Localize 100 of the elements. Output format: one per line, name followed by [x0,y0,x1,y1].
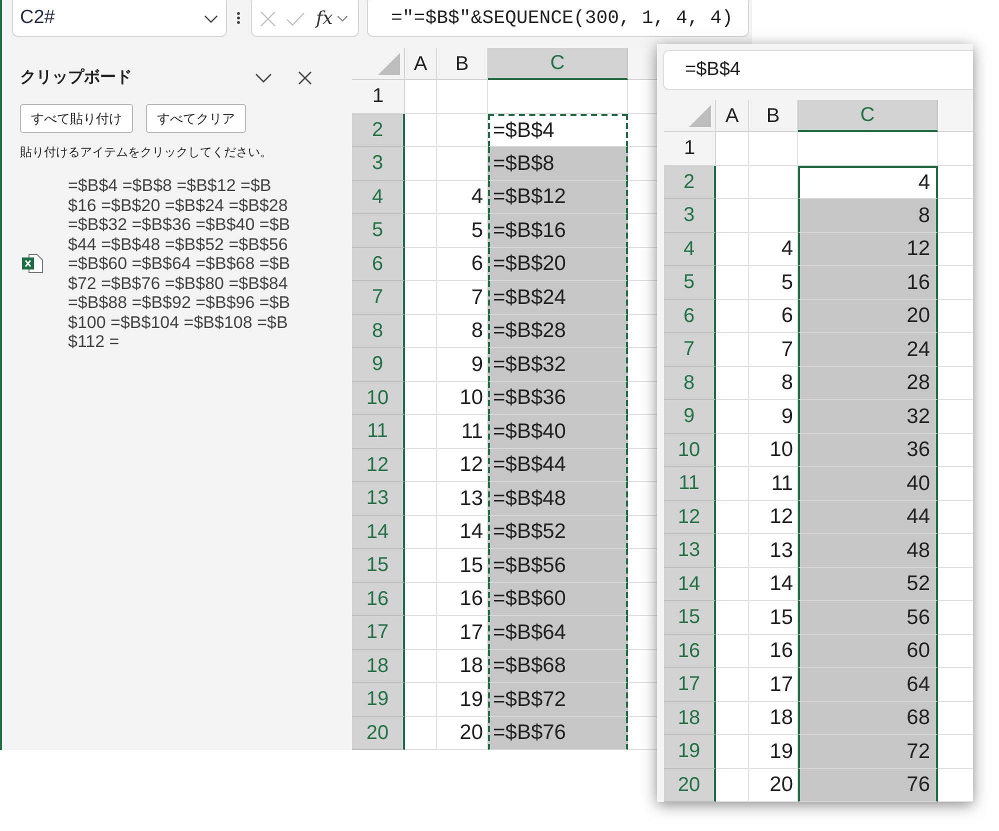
row-header[interactable]: 2 [664,166,716,199]
row-header[interactable]: 7 [664,333,716,366]
insert-function-button[interactable]: fx [316,10,333,28]
table-cell [437,80,488,114]
row-header[interactable]: 4 [664,232,716,266]
row-header[interactable]: 18 [352,650,405,683]
column-header[interactable]: B [749,100,798,132]
column-header[interactable]: C [798,100,938,132]
row-header[interactable]: 17 [352,616,405,650]
row-header[interactable]: 14 [664,568,716,601]
table-cell: 60 [798,634,938,668]
row-header[interactable]: 20 [352,716,405,750]
table-cell [405,180,437,214]
table-cell: 40 [798,467,938,500]
table-cell: 5 [749,266,798,300]
table-cell: 16 [749,634,798,668]
row-header[interactable]: 4 [352,180,405,214]
row-header[interactable]: 15 [352,549,405,582]
vertical-ellipsis-icon[interactable] [237,12,240,24]
table-cell: 12 [749,500,798,534]
row-header[interactable]: 6 [352,248,405,281]
table-cell [938,467,973,500]
row-header[interactable]: 12 [352,448,405,482]
row-header[interactable]: 14 [352,516,405,549]
row-header[interactable]: 13 [664,534,716,568]
formula-bar[interactable]: ="=$B$"&SEQUENCE(300, 1, 4, 4) [367,0,749,37]
table-cell [938,400,973,434]
row-header[interactable]: 13 [352,482,405,516]
chevron-down-icon[interactable] [336,15,348,22]
row-header[interactable]: 5 [664,266,716,300]
row-header[interactable]: 9 [664,400,716,434]
table-cell: 14 [437,516,488,549]
row-header[interactable]: 8 [664,366,716,400]
row-header[interactable]: 2 [352,114,405,147]
row-header[interactable]: 18 [664,702,716,735]
row-header[interactable]: 15 [664,601,716,634]
column-header[interactable]: B [437,48,488,80]
table-cell: 10 [437,382,488,415]
close-icon[interactable] [298,71,312,85]
row-header[interactable]: 20 [664,768,716,802]
column-header[interactable] [938,100,973,132]
row-header[interactable]: 1 [664,132,716,166]
table-cell: =$B$12 [488,180,628,214]
table-cell: =$B$56 [488,549,628,582]
name-box[interactable]: C2# [12,0,227,37]
row-header[interactable]: 11 [352,415,405,448]
table-cell: 24 [798,333,938,366]
table-cell: 76 [798,768,938,802]
table-cell: 8 [749,366,798,400]
row-header[interactable]: 6 [664,300,716,333]
row-header[interactable]: 5 [352,214,405,248]
table-cell: 19 [437,683,488,716]
row-header[interactable]: 7 [352,281,405,314]
chevron-down-icon[interactable] [204,14,218,22]
table-cell [938,568,973,601]
table-cell: 13 [749,534,798,568]
row-header[interactable]: 19 [664,735,716,768]
table-cell [405,482,437,516]
row-header[interactable]: 17 [664,668,716,702]
column-header[interactable]: C [488,48,628,80]
row-header[interactable]: 8 [352,314,405,348]
row-header[interactable]: 3 [352,147,405,180]
row-header[interactable]: 3 [664,199,716,232]
formula-bar[interactable]: =$B$4 [663,50,973,90]
table-cell [938,366,973,400]
table-cell: =$B$76 [488,716,628,750]
table-cell: 9 [437,348,488,382]
chevron-down-icon[interactable] [255,73,272,83]
table-cell: 68 [798,702,938,735]
paste-all-button[interactable]: すべて貼り付け [20,104,133,133]
table-cell: 56 [798,601,938,634]
clipboard-item[interactable]: =$B$4 =$B$8 =$B$12 =$B $16 =$B$20 =$B$24 =$B$28 =$B$32 =$B$36 =$B$40 =$B $44 =$B$48 =$B$52 =$B$56 =$B$60 =$B$64 =$B$68 =$B $72 =$B$76 =$B$80 =$B$84 =$B$88 =$B$92 =$B$96 =$B $100 =$B$104 =$B$108 =$B $112 = [68,176,290,352]
row-header[interactable]: 16 [352,582,405,616]
row-header[interactable]: 16 [664,634,716,668]
table-cell: 20 [437,716,488,750]
table-cell: =$B$32 [488,348,628,382]
table-cell [405,616,437,650]
table-cell [405,415,437,448]
row-header[interactable]: 10 [352,382,405,415]
table-cell: 7 [749,333,798,366]
table-cell: 4 [749,232,798,266]
table-cell: =$B$28 [488,314,628,348]
row-header[interactable]: 9 [352,348,405,382]
table-cell [716,534,749,568]
table-cell [716,132,749,166]
row-header[interactable]: 1 [352,80,405,114]
table-cell: 19 [749,735,798,768]
clear-all-button[interactable]: すべてクリア [146,104,246,133]
table-cell: 20 [749,768,798,802]
table-cell [749,199,798,232]
row-header[interactable]: 12 [664,500,716,534]
column-header[interactable]: A [716,100,749,132]
table-cell: 11 [749,467,798,500]
row-header[interactable]: 11 [664,467,716,500]
row-header[interactable]: 10 [664,434,716,467]
row-header[interactable]: 19 [352,683,405,716]
table-cell [938,199,973,232]
table-cell: 64 [798,668,938,702]
table-cell: =$B$44 [488,448,628,482]
column-header[interactable]: A [405,48,437,80]
